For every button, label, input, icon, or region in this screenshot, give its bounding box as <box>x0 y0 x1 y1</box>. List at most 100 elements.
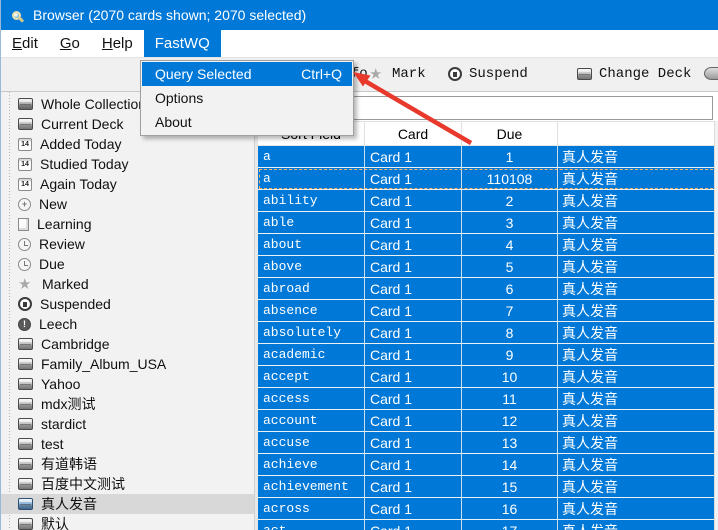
cell-deck: 真人发音 <box>558 190 718 211</box>
sidebar-item-label: Due <box>39 256 65 272</box>
cell-sort: ability <box>258 190 365 211</box>
clock-icon <box>18 258 31 271</box>
sidebar-item-label: test <box>41 436 64 452</box>
cell-sort: absolutely <box>258 322 365 343</box>
mark-button[interactable]: ★Mark <box>369 58 426 90</box>
table-row[interactable]: aboveCard 15真人发音 <box>258 256 718 278</box>
table-row[interactable]: accessCard 111真人发音 <box>258 388 718 410</box>
menu-bar: EditGoHelpFastWQ <box>1 30 718 58</box>
cell-due: 2 <box>462 190 558 211</box>
sidebar-item-studied-today[interactable]: Studied Today <box>1 154 254 174</box>
sidebar-item-label: New <box>39 196 67 212</box>
table-row[interactable]: achieveCard 114真人发音 <box>258 454 718 476</box>
sidebar-item-test[interactable]: test <box>1 434 254 454</box>
sidebar-item-cambridge[interactable]: Cambridge <box>1 334 254 354</box>
partial-toolbar-icon[interactable] <box>704 67 718 80</box>
sidebar-item-label: Suspended <box>40 296 111 312</box>
table-row[interactable]: accuseCard 113真人发音 <box>258 432 718 454</box>
cell-sort: abroad <box>258 278 365 299</box>
cell-sort: a <box>258 146 365 167</box>
cell-card: Card 1 <box>365 190 462 211</box>
table-row[interactable]: academicCard 19真人发音 <box>258 344 718 366</box>
change-deck-button[interactable]: Change Deck <box>577 58 691 90</box>
table-row[interactable]: abroadCard 16真人发音 <box>258 278 718 300</box>
sidebar-item-leech[interactable]: Leech <box>1 314 254 334</box>
menu-item-query-selected[interactable]: Query SelectedCtrl+Q <box>142 62 352 86</box>
menu-item-label: Query Selected <box>155 66 252 82</box>
cell-deck: 真人发音 <box>558 454 718 475</box>
sidebar-item-new[interactable]: New <box>1 194 254 214</box>
sidebar-item-mdx测试[interactable]: mdx测试 <box>1 394 254 414</box>
cell-due: 10 <box>462 366 558 387</box>
vertical-scrollbar[interactable] <box>714 121 718 530</box>
table-row[interactable]: aboutCard 14真人发音 <box>258 234 718 256</box>
sidebar-item-label: Added Today <box>40 136 121 152</box>
table-row[interactable]: ableCard 13真人发音 <box>258 212 718 234</box>
cell-deck: 真人发音 <box>558 146 718 167</box>
sidebar-item-百度中文测试[interactable]: 百度中文测试 <box>1 474 254 494</box>
column-header-deck[interactable] <box>558 122 718 145</box>
sidebar-item-label: Whole Collection <box>41 96 146 112</box>
table-row[interactable]: absolutelyCard 18真人发音 <box>258 322 718 344</box>
sidebar-item-again-today[interactable]: Again Today <box>1 174 254 194</box>
table-row[interactable]: acrossCard 116真人发音 <box>258 498 718 520</box>
table-row[interactable]: absenceCard 17真人发音 <box>258 300 718 322</box>
sidebar-item-marked[interactable]: ★Marked <box>1 274 254 294</box>
table-row[interactable]: aCard 11真人发音 <box>258 146 718 168</box>
sidebar-item-learning[interactable]: Learning <box>1 214 254 234</box>
calendar-icon <box>18 158 32 171</box>
cell-due: 9 <box>462 344 558 365</box>
deck-icon <box>18 358 33 370</box>
sidebar-item-yahoo[interactable]: Yahoo <box>1 374 254 394</box>
cell-due: 1 <box>462 146 558 167</box>
suspend-button[interactable]: Suspend <box>448 58 528 90</box>
table-row[interactable]: accountCard 112真人发音 <box>258 410 718 432</box>
sidebar-item-真人发音[interactable]: 真人发音 <box>1 494 254 514</box>
menu-edit[interactable]: Edit <box>1 30 49 57</box>
magnifier-icon <box>12 11 21 20</box>
deck-icon <box>18 118 33 130</box>
menu-go[interactable]: Go <box>49 30 91 57</box>
plus-circle-icon <box>18 198 31 211</box>
deck-icon <box>18 398 33 410</box>
sidebar-item-family-album-usa[interactable]: Family_Album_USA <box>1 354 254 374</box>
sidebar-item-suspended[interactable]: Suspended <box>1 294 254 314</box>
column-header-due[interactable]: Due <box>462 122 558 145</box>
sidebar-item-label: Current Deck <box>41 116 123 132</box>
deck-icon <box>577 68 592 80</box>
cell-due: 14 <box>462 454 558 475</box>
sidebar-item-label: Yahoo <box>41 376 80 392</box>
table-row[interactable]: achievementCard 115真人发音 <box>258 476 718 498</box>
sidebar-item-review[interactable]: Review <box>1 234 254 254</box>
cell-sort: above <box>258 256 365 277</box>
menu-fastwq[interactable]: FastWQ <box>144 30 221 57</box>
cell-deck: 真人发音 <box>558 432 718 453</box>
cell-deck: 真人发音 <box>558 476 718 497</box>
sidebar-item-added-today[interactable]: Added Today <box>1 134 254 154</box>
menu-item-options[interactable]: Options <box>142 86 352 110</box>
sidebar-item-due[interactable]: Due <box>1 254 254 274</box>
cell-card: Card 1 <box>365 410 462 431</box>
cell-due: 5 <box>462 256 558 277</box>
cell-sort: access <box>258 388 365 409</box>
cell-card: Card 1 <box>365 300 462 321</box>
cell-card: Card 1 <box>365 498 462 519</box>
menu-help[interactable]: Help <box>91 30 144 57</box>
sidebar-item-label: 百度中文测试 <box>41 474 125 494</box>
browser-window: Browser (2070 cards shown; 2070 selected… <box>0 0 718 530</box>
sidebar-item-stardict[interactable]: stardict <box>1 414 254 434</box>
table-row[interactable]: actCard 117真人发音 <box>258 520 718 530</box>
sidebar-item-label: Learning <box>37 216 92 232</box>
menu-item-about[interactable]: About <box>142 110 352 134</box>
suspend-label: Suspend <box>469 66 528 82</box>
table-row[interactable]: aCard 1110108真人发音 <box>258 168 718 190</box>
cell-card: Card 1 <box>365 344 462 365</box>
exclamation-circle-icon <box>18 318 31 331</box>
sidebar-item-有道韩语[interactable]: 有道韩语 <box>1 454 254 474</box>
table-row[interactable]: abilityCard 12真人发音 <box>258 190 718 212</box>
sidebar-item-默认[interactable]: 默认 <box>1 514 254 530</box>
table-row[interactable]: acceptCard 110真人发音 <box>258 366 718 388</box>
deck-icon <box>18 338 33 350</box>
cell-sort: achievement <box>258 476 365 497</box>
column-header-card[interactable]: Card <box>365 122 462 145</box>
